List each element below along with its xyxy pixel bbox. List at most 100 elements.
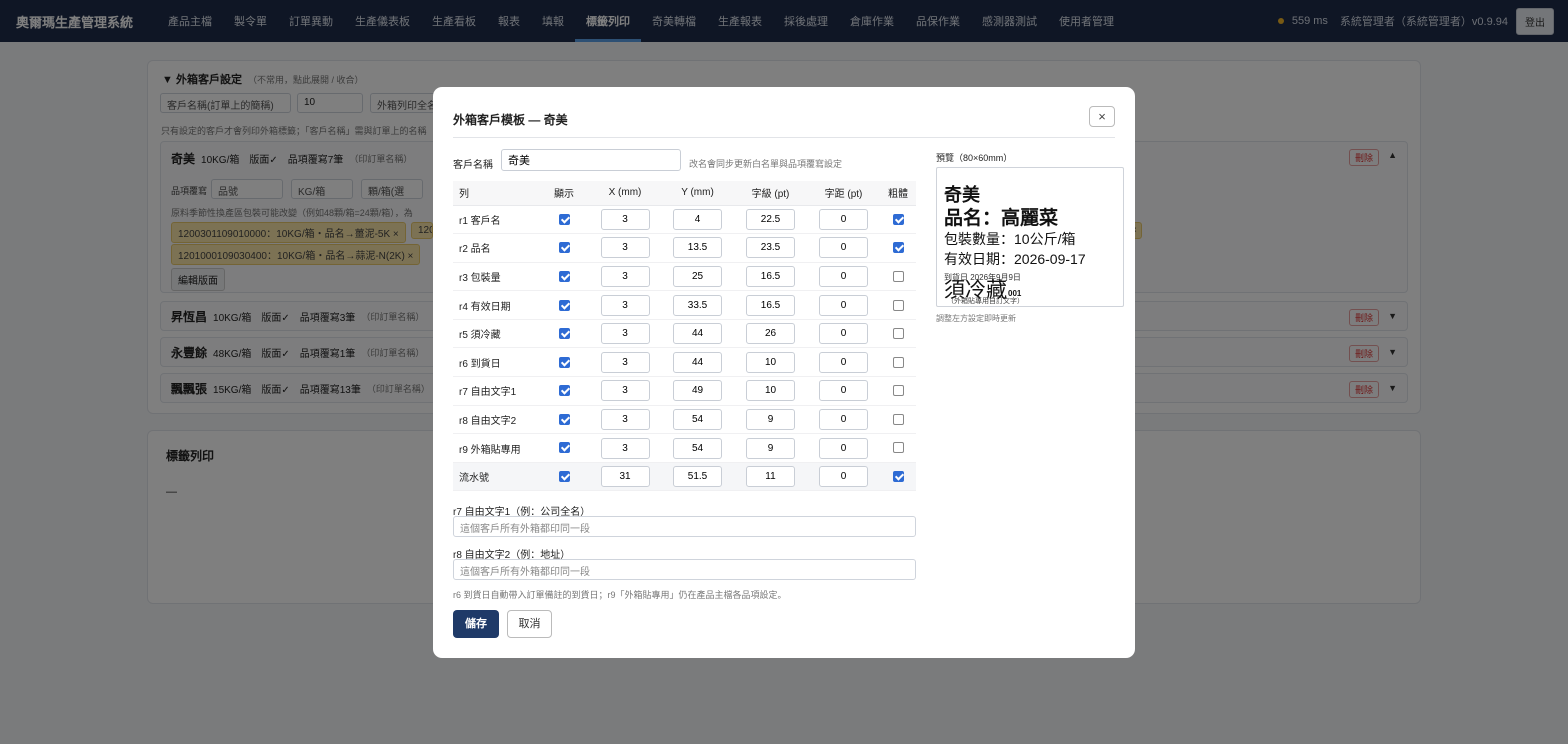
col-y: Y (mm) (661, 181, 734, 206)
size-input[interactable] (746, 466, 795, 488)
x-input[interactable] (600, 437, 650, 459)
spacing-input[interactable] (819, 265, 868, 287)
y-cell (661, 233, 734, 263)
spacing-cell (807, 433, 880, 463)
layout-table: 列 顯示 X (mm) Y (mm) 字級 (pt) 字距 (pt) 粗體 r1… (453, 181, 916, 492)
save-button[interactable]: 儲存 (453, 610, 499, 638)
y-input[interactable] (673, 323, 722, 345)
spacing-input[interactable] (819, 408, 868, 430)
spacing-cell (807, 347, 880, 378)
size-input[interactable] (746, 294, 795, 316)
modal-title: 外箱客戶模板 — 奇美 (453, 113, 568, 127)
y-input[interactable] (673, 408, 722, 430)
size-input[interactable] (746, 208, 795, 230)
spacing-input[interactable] (819, 437, 868, 459)
bold-checkbox[interactable] (880, 405, 916, 435)
spacing-input[interactable] (819, 323, 868, 345)
show-checkbox[interactable] (539, 405, 589, 435)
show-checkbox[interactable] (539, 462, 589, 492)
x-input[interactable] (600, 351, 650, 373)
size-input[interactable] (746, 380, 795, 402)
show-checkbox[interactable] (539, 319, 589, 349)
size-input[interactable] (746, 408, 795, 430)
spacing-input[interactable] (819, 380, 868, 402)
bold-checkbox[interactable] (880, 262, 916, 292)
size-input[interactable] (746, 265, 795, 287)
x-input[interactable] (600, 323, 650, 345)
y-input[interactable] (673, 265, 722, 287)
show-checkbox[interactable] (539, 233, 589, 263)
y-cell (661, 319, 734, 349)
bold-checkbox[interactable] (880, 205, 916, 235)
size-input[interactable] (746, 351, 795, 373)
y-input[interactable] (673, 351, 722, 373)
col-spacing: 字距 (pt) (807, 181, 880, 206)
row-label: r4 有效日期 (453, 290, 539, 320)
y-input[interactable] (673, 294, 722, 316)
y-input[interactable] (673, 380, 722, 402)
col-show: 顯示 (539, 181, 589, 206)
y-input[interactable] (673, 208, 722, 230)
y-cell (661, 376, 734, 406)
row-label: r7 自由文字1 (453, 376, 539, 406)
size-input[interactable] (746, 237, 795, 259)
show-checkbox[interactable] (539, 290, 589, 320)
layout-row: r5 須冷藏 (453, 319, 916, 349)
y-input[interactable] (673, 237, 722, 259)
spacing-cell (807, 405, 880, 435)
free-text1-input[interactable]: 這個客戶所有外箱都印同一段 (453, 516, 916, 537)
row-label: r2 品名 (453, 233, 539, 263)
spacing-input[interactable] (819, 237, 868, 259)
bold-checkbox[interactable] (880, 319, 916, 349)
cancel-button[interactable]: 取消 (507, 610, 552, 638)
spacing-input[interactable] (819, 208, 868, 230)
bold-checkbox[interactable] (880, 433, 916, 463)
size-cell (734, 376, 807, 406)
bold-checkbox[interactable] (880, 376, 916, 406)
layout-row: r3 包裝量 (453, 262, 916, 292)
close-icon[interactable]: × (1089, 106, 1115, 127)
y-input[interactable] (673, 466, 722, 488)
x-input[interactable] (600, 294, 650, 316)
x-input[interactable] (600, 208, 650, 230)
x-input[interactable] (600, 408, 650, 430)
show-checkbox[interactable] (539, 347, 589, 378)
show-checkbox[interactable] (539, 376, 589, 406)
size-input[interactable] (746, 323, 795, 345)
size-cell (734, 233, 807, 263)
y-cell (661, 405, 734, 435)
row-label: 流水號 (453, 462, 539, 492)
x-input[interactable] (600, 466, 650, 488)
bold-checkbox[interactable] (880, 347, 916, 378)
bold-checkbox[interactable] (880, 233, 916, 263)
y-cell (661, 205, 734, 235)
size-cell (734, 290, 807, 320)
spacing-cell (807, 205, 880, 235)
spacing-input[interactable] (819, 294, 868, 316)
preview-product: 品名：高麗菜 (944, 208, 1059, 229)
spacing-input[interactable] (819, 351, 868, 373)
x-input[interactable] (600, 380, 650, 402)
bold-checkbox[interactable] (880, 290, 916, 320)
y-cell (661, 433, 734, 463)
customer-name-input[interactable] (501, 149, 681, 171)
free-text2-input[interactable]: 這個客戶所有外箱都印同一段 (453, 559, 916, 580)
y-input[interactable] (673, 437, 722, 459)
x-cell (589, 462, 661, 492)
size-input[interactable] (746, 437, 795, 459)
preview-pack: 包裝數量：10公斤/箱 (944, 231, 1076, 247)
show-checkbox[interactable] (539, 205, 589, 235)
show-checkbox[interactable] (539, 262, 589, 292)
bold-checkbox[interactable] (880, 462, 916, 492)
x-input[interactable] (600, 265, 650, 287)
preview-hint: 調整左方設定即時更新 (936, 314, 1016, 323)
size-cell (734, 262, 807, 292)
x-cell (589, 405, 661, 435)
spacing-input[interactable] (819, 466, 868, 488)
size-cell (734, 462, 807, 492)
x-input[interactable] (600, 237, 650, 259)
spacing-cell (807, 376, 880, 406)
show-checkbox[interactable] (539, 433, 589, 463)
size-cell (734, 433, 807, 463)
customer-name-label: 客戶名稱 (453, 160, 493, 171)
